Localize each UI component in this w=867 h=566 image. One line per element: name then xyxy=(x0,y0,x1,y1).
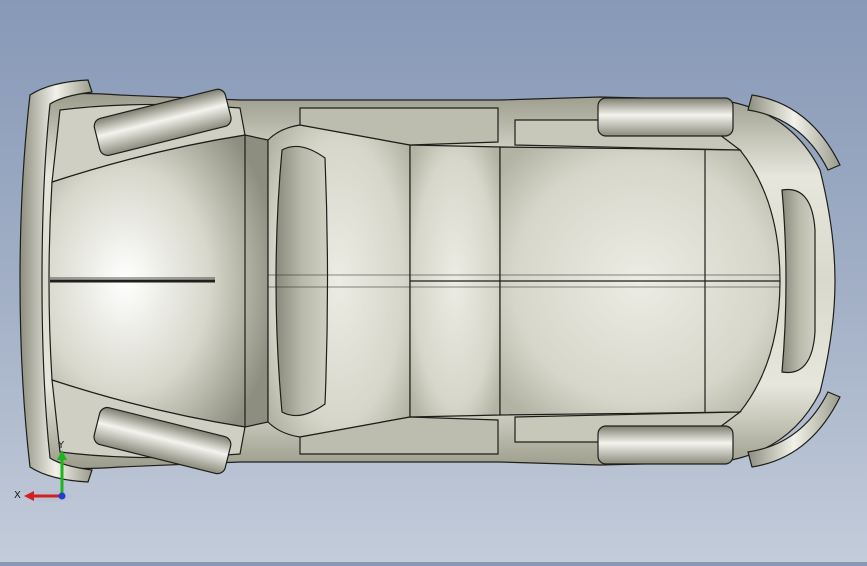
wheel-rear-right xyxy=(597,425,734,465)
car-model xyxy=(19,79,841,483)
y-axis-label: Y xyxy=(57,440,65,451)
coordinate-triad: X Y xyxy=(10,440,80,510)
x-axis-label: X xyxy=(14,490,21,501)
z-axis-dot xyxy=(58,492,66,500)
x-axis-arrowhead xyxy=(24,491,34,501)
wheel-rear-left xyxy=(597,97,734,137)
y-axis-arrowhead xyxy=(57,450,67,460)
3d-viewport[interactable] xyxy=(0,0,867,562)
